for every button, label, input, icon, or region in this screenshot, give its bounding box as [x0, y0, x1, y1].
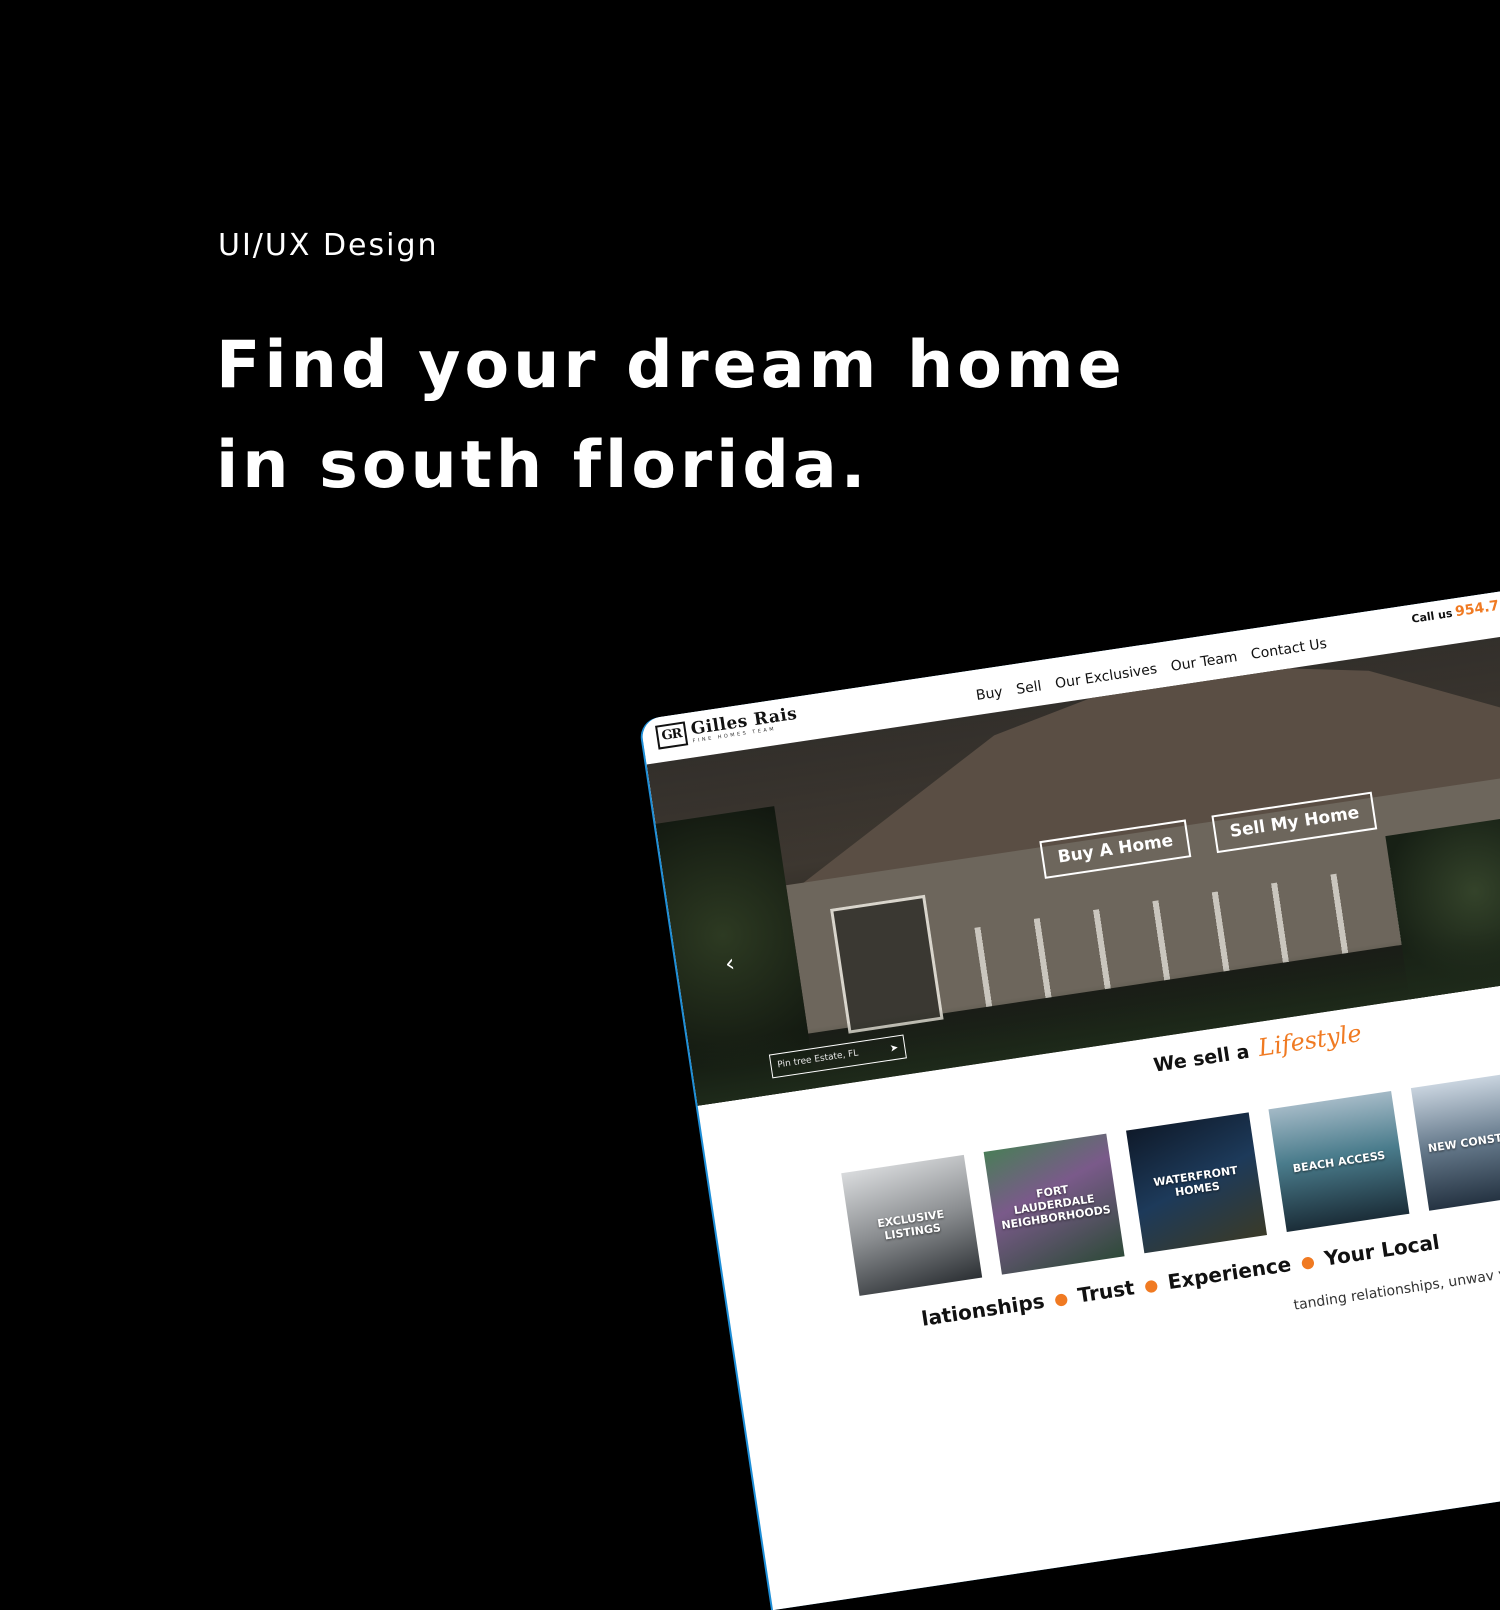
category-card-fort-lauderdale-neighborhoods[interactable]: FORT LAUDERDALE NEIGHBORHOODS [983, 1133, 1125, 1275]
category-cards: EXCLUSIVE LISTINGS FORT LAUDERDALE NEIGH… [841, 1069, 1500, 1296]
website-mockup: GR Gilles Rais FINE HOMES TEAM Buy Sell … [640, 550, 1500, 1610]
call-us[interactable]: Call us954.7 [1410, 598, 1500, 627]
headline-line-2: in south florida. [216, 428, 870, 503]
dot-separator: ● [1052, 1287, 1070, 1309]
value-trust: Trust [1076, 1275, 1136, 1308]
nav-item-contact-us[interactable]: Contact Us [1250, 636, 1328, 663]
nav-item-sell[interactable]: Sell [1015, 678, 1042, 698]
category-card-beach-access[interactable]: BEACH ACCESS [1268, 1091, 1410, 1233]
value-relationships: lationships [919, 1288, 1047, 1331]
call-label: Call us [1410, 606, 1454, 626]
phone-number[interactable]: 954.7 [1454, 598, 1500, 620]
value-experience: Experience [1166, 1251, 1293, 1295]
category-label: EXCLUSIVE LISTINGS [876, 1207, 945, 1243]
category-label: BEACH ACCESS [1291, 1148, 1386, 1175]
category-card-waterfront-homes[interactable]: WATERFRONT HOMES [1126, 1112, 1268, 1254]
value-your-local: Your Local [1322, 1229, 1442, 1271]
category-card-exclusive-listings[interactable]: EXCLUSIVE LISTINGS [841, 1154, 983, 1296]
category-card-new-construction[interactable]: NEW CONSTRUCT [1410, 1069, 1500, 1211]
brand-logo[interactable]: GR Gilles Rais FINE HOMES TEAM [655, 704, 800, 750]
dot-separator: ● [1142, 1274, 1160, 1296]
nav-item-our-team[interactable]: Our Team [1170, 649, 1239, 675]
intro-eyebrow: UI/UX Design [218, 228, 439, 263]
intro-headline: Find your dream home in south florida. [216, 316, 1126, 516]
logo-text: Gilles Rais FINE HOMES TEAM [689, 704, 800, 745]
dot-separator: ● [1299, 1250, 1316, 1272]
logo-monogram: GR [655, 721, 689, 750]
send-icon[interactable]: ➤ [889, 1042, 899, 1054]
lifestyle-script: Lifestyle [1256, 1018, 1364, 1063]
nav-item-buy[interactable]: Buy [975, 684, 1004, 704]
category-label: NEW CONSTRUCT [1427, 1125, 1500, 1155]
headline-line-1: Find your dream home [216, 328, 1126, 403]
category-label: FORT LAUDERDALE NEIGHBORHOODS [1000, 1182, 1112, 1232]
category-label: WATERFRONT HOMES [1152, 1163, 1239, 1200]
lifestyle-prefix: We sell a [1152, 1040, 1251, 1077]
nav-item-our-exclusives[interactable]: Our Exclusives [1054, 661, 1158, 692]
